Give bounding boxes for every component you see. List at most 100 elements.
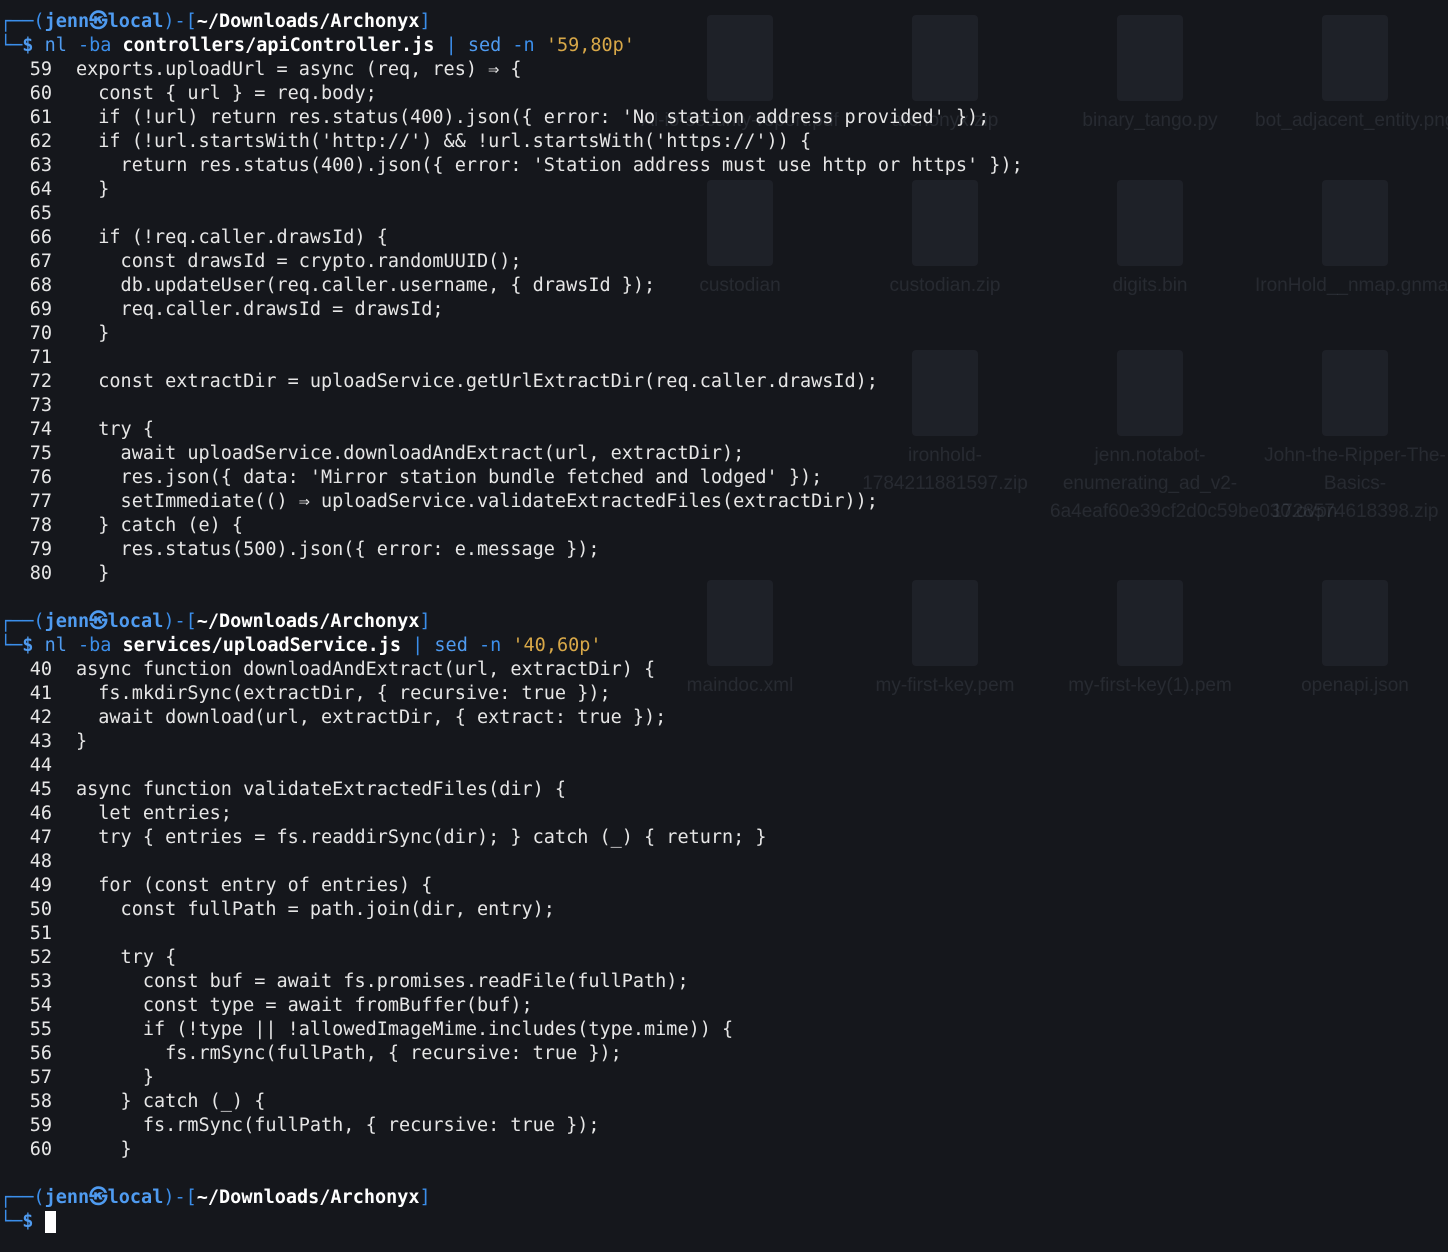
line-number: 76 <box>29 467 52 488</box>
terminal-line: 73 <box>0 394 76 418</box>
code-text: try { <box>76 947 177 968</box>
prompt-path: ~/Downloads/Archonyx <box>196 11 420 32</box>
line-number: 60 <box>29 1139 52 1160</box>
line-number: 50 <box>29 899 52 920</box>
code-text: } <box>76 323 110 344</box>
terminal-line: ┌──(jenn㉿local)-[~/Downloads/Archonyx] <box>0 10 431 34</box>
line-number: 73 <box>29 395 52 416</box>
line-number: 49 <box>29 875 52 896</box>
prompt-host: local <box>107 11 164 32</box>
code-text: res.status(500).json({ error: e.message … <box>76 539 600 560</box>
terminal-line: 70 } <box>0 322 110 346</box>
line-number: 52 <box>29 947 52 968</box>
terminal-line: └─$ nl -ba services/uploadService.js | s… <box>0 634 602 658</box>
line-number: 65 <box>29 203 52 224</box>
line-number: 59 <box>29 59 52 80</box>
prompt-corner: ┌──( <box>0 611 45 632</box>
prompt-sep: )-[ <box>163 11 197 32</box>
text-cursor[interactable] <box>44 1211 56 1233</box>
terminal-line: 40 async function downloadAndExtract(url,… <box>0 658 655 682</box>
prompt-at: ㉿ <box>89 1187 108 1208</box>
line-number: 64 <box>29 179 52 200</box>
code-text: try { <box>76 419 154 440</box>
terminal-line: 44 <box>0 754 76 778</box>
prompt-corner: ┌──( <box>0 11 45 32</box>
code-text: const type = await fromBuffer(buf); <box>76 995 533 1016</box>
prompt-close: ] <box>419 611 431 632</box>
line-number: 72 <box>29 371 52 392</box>
prompt-close: ] <box>419 11 431 32</box>
terminal-line: 59 fs.rmSync(fullPath, { recursive: true… <box>0 1114 600 1138</box>
terminal-window[interactable]: ┌──(jenn㉿local)-[~/Downloads/Archonyx] └─… <box>0 0 1448 1252</box>
line-number: 43 <box>29 731 52 752</box>
terminal-line: 47 try { entries = fs.readdirSync(dir); … <box>0 826 767 850</box>
terminal-line: 74 try { <box>0 418 154 442</box>
prompt-user: jenn <box>44 611 90 632</box>
code-text: exports.uploadUrl = async (req, res) ⇒ { <box>76 59 522 80</box>
line-number: 53 <box>29 971 52 992</box>
line-number: 60 <box>29 83 52 104</box>
terminal-line: 78 } catch (e) { <box>0 514 243 538</box>
command-flags: -ba <box>77 35 112 56</box>
terminal-line: 67 const drawsId = crypto.randomUUID(); <box>0 250 522 274</box>
code-text: try { entries = fs.readdirSync(dir); } c… <box>76 827 767 848</box>
command-sed: sed <box>434 635 468 656</box>
terminal-line: 71 <box>0 346 76 370</box>
line-number: 57 <box>29 1067 52 1088</box>
terminal-line: 56 fs.rmSync(fullPath, { recursive: true… <box>0 1042 622 1066</box>
command-name: nl <box>44 35 67 56</box>
code-text: await uploadService.downloadAndExtract(u… <box>76 443 745 464</box>
terminal-line: 61 if (!url) return res.status(400).json… <box>0 106 990 130</box>
code-text: req.caller.drawsId = drawsId; <box>76 299 444 320</box>
code-text: async function downloadAndExtract(url, e… <box>76 659 656 680</box>
terminal-line: 55 if (!type || !allowedImageMime.includ… <box>0 1018 733 1042</box>
code-text: res.json({ data: 'Mirror station bundle … <box>76 467 823 488</box>
line-number: 58 <box>29 1091 52 1112</box>
command-sed-flag: -n <box>478 635 502 656</box>
terminal-line: 57 } <box>0 1066 154 1090</box>
terminal-line: 59 exports.uploadUrl = async (req, res) ⇒… <box>0 58 522 82</box>
terminal-line: └─$ nl -ba controllers/apiController.js … <box>0 34 635 58</box>
prompt-symbol: $ <box>22 1211 34 1232</box>
terminal-line: 69 req.caller.drawsId = drawsId; <box>0 298 444 322</box>
line-number: 44 <box>29 755 52 776</box>
terminal-line: ┌──(jenn㉿local)-[~/Downloads/Archonyx] <box>0 610 431 634</box>
command-range: '59,80p' <box>545 35 635 56</box>
terminal-line: 75 await uploadService.downloadAndExtrac… <box>0 442 745 466</box>
terminal-line: 63 return res.status(400).json({ error: … <box>0 154 1023 178</box>
terminal-line: 68 db.updateUser(req.caller.username, { … <box>0 274 655 298</box>
line-number: 77 <box>29 491 52 512</box>
code-text: } catch (_) { <box>76 1091 266 1112</box>
line-number: 74 <box>29 419 52 440</box>
terminal-line: ┌──(jenn㉿local)-[~/Downloads/Archonyx] <box>0 1186 431 1210</box>
prompt-close: ] <box>419 1187 431 1208</box>
terminal-line: 45 async function validateExtractedFiles(… <box>0 778 566 802</box>
code-text: const { url } = req.body; <box>76 83 377 104</box>
terminal-line: 54 const type = await fromBuffer(buf); <box>0 994 533 1018</box>
code-text: const drawsId = crypto.randomUUID(); <box>76 251 522 272</box>
prompt-at: ㉿ <box>89 611 108 632</box>
command-pipe: | <box>445 35 457 56</box>
terminal-line: 60 } <box>0 1138 132 1162</box>
code-text: if (!url) return res.status(400).json({ … <box>76 107 990 128</box>
code-text: const extractDir = uploadService.getUrlE… <box>76 371 878 392</box>
code-text: if (!req.caller.drawsId) { <box>76 227 388 248</box>
line-number: 61 <box>29 107 52 128</box>
line-number: 40 <box>29 659 52 680</box>
line-number: 55 <box>29 1019 52 1040</box>
line-number: 46 <box>29 803 52 824</box>
command-pipe: | <box>412 635 424 656</box>
line-number: 42 <box>29 707 52 728</box>
command-file: services/uploadService.js <box>122 635 401 656</box>
prompt-host: local <box>107 1187 164 1208</box>
prompt-path: ~/Downloads/Archonyx <box>196 1187 420 1208</box>
code-text: } <box>76 1067 154 1088</box>
code-text: fs.rmSync(fullPath, { recursive: true })… <box>76 1115 600 1136</box>
code-text: fs.mkdirSync(extractDir, { recursive: tr… <box>76 683 611 704</box>
line-number: 80 <box>29 563 52 584</box>
terminal-line: 46 let entries; <box>0 802 232 826</box>
line-number: 68 <box>29 275 52 296</box>
prompt-user: jenn <box>44 11 90 32</box>
terminal-line: 53 const buf = await fs.promises.readFil… <box>0 970 689 994</box>
terminal-line: 62 if (!url.startsWith('http://') && !ur… <box>0 130 811 154</box>
